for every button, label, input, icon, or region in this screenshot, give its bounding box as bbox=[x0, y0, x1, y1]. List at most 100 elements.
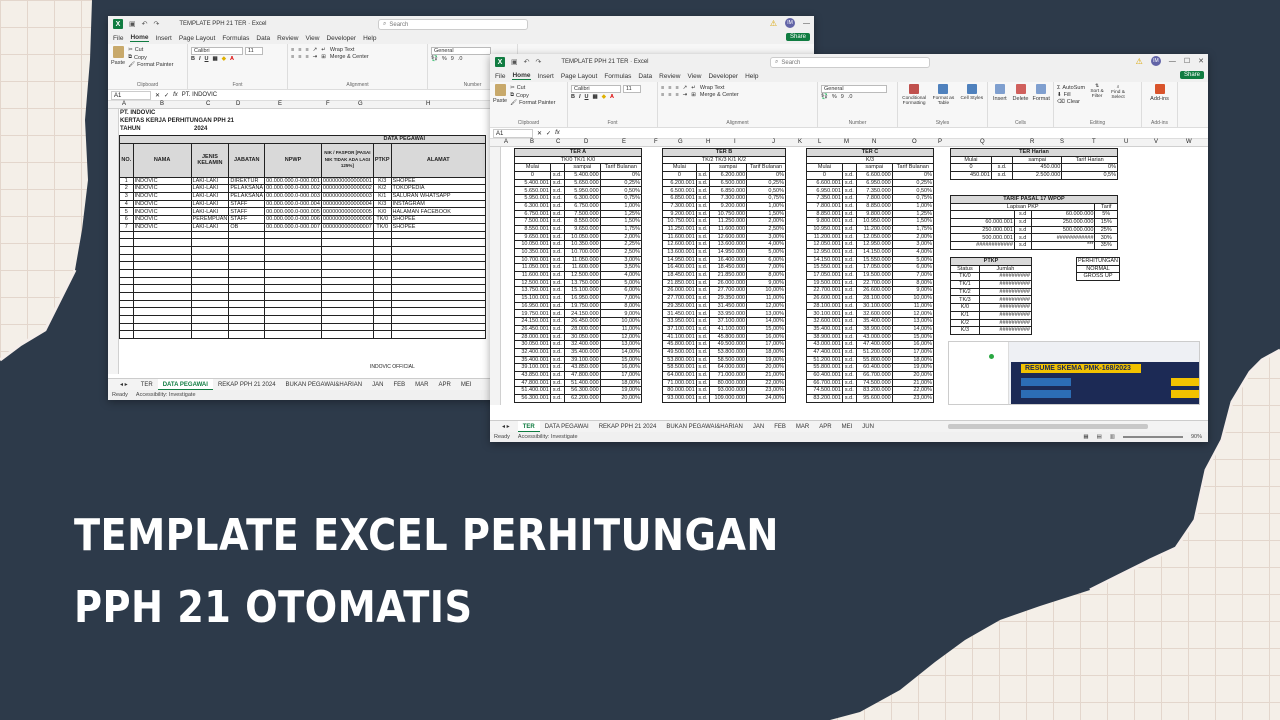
table-cell[interactable]: 4 bbox=[119, 199, 134, 209]
table-cell[interactable]: 5.400.000 bbox=[563, 171, 601, 180]
tab-bukan-pegawai[interactable]: BUKAN PEGAWAI&HARIAN bbox=[661, 421, 748, 433]
table-cell[interactable] bbox=[132, 315, 192, 324]
wrap-text-icon[interactable]: ↵ bbox=[321, 47, 326, 53]
table-cell[interactable]: 22.700.000 bbox=[855, 278, 893, 288]
table-cell[interactable]: 14.950.001 bbox=[662, 255, 697, 265]
table-cell[interactable]: 32.400.000 bbox=[563, 340, 601, 349]
table-cell[interactable] bbox=[190, 284, 230, 293]
table-cell[interactable]: s.d. bbox=[695, 271, 710, 280]
table-cell[interactable]: 47.800.000 bbox=[563, 370, 601, 380]
table-cell[interactable]: 30.100.000 bbox=[855, 301, 893, 311]
table-cell[interactable]: s.d. bbox=[841, 178, 857, 188]
number-format-select[interactable]: General bbox=[431, 47, 491, 55]
underline-icon[interactable]: U bbox=[205, 56, 209, 62]
table-cell[interactable]: 24.150.001 bbox=[514, 317, 551, 326]
table-cell[interactable]: 4,00% bbox=[599, 271, 643, 280]
table-cell[interactable]: s.d. bbox=[549, 263, 565, 272]
tab-feb[interactable]: FEB bbox=[769, 421, 791, 433]
table-cell[interactable]: 31.450.001 bbox=[662, 309, 697, 319]
border-icon[interactable]: ▦ bbox=[593, 94, 598, 100]
table-cell[interactable]: 13.750.000 bbox=[563, 278, 601, 288]
table-cell[interactable]: 2.500.000 bbox=[1012, 171, 1063, 180]
page-layout-icon[interactable]: ▤ bbox=[1097, 434, 1102, 440]
table-cell[interactable]: 5 bbox=[119, 207, 134, 217]
avatar[interactable]: IM bbox=[1150, 56, 1161, 66]
table-cell[interactable] bbox=[372, 276, 392, 286]
table-cell[interactable] bbox=[132, 299, 192, 309]
table-cell[interactable]: 58.500.000 bbox=[708, 355, 748, 365]
table-cell[interactable]: 17.050.000 bbox=[855, 263, 893, 272]
table-cell[interactable]: s.d bbox=[1013, 241, 1032, 250]
table-cell[interactable]: LAKI-LAKI bbox=[190, 184, 230, 194]
table-cell[interactable] bbox=[390, 261, 487, 270]
table-cell[interactable]: s.d. bbox=[695, 178, 710, 188]
table-cell[interactable]: 64.000.000 bbox=[708, 363, 748, 372]
table-cell[interactable]: 7.350.000 bbox=[855, 186, 893, 196]
table-cell[interactable]: s.d. bbox=[549, 209, 565, 219]
menu-view[interactable]: View bbox=[305, 35, 319, 42]
minimize-icon[interactable]: — bbox=[1169, 58, 1176, 65]
table-cell[interactable] bbox=[228, 292, 266, 301]
table-cell[interactable] bbox=[119, 330, 134, 340]
table-cell[interactable]: 18.450.000 bbox=[708, 263, 748, 272]
table-cell[interactable]: ############ bbox=[950, 241, 1015, 250]
table-cell[interactable]: 32.600.001 bbox=[806, 317, 843, 326]
table-cell[interactable]: 14.150.001 bbox=[806, 255, 843, 265]
table-cell[interactable]: K/1 bbox=[372, 192, 392, 201]
table-cell[interactable]: 0,50% bbox=[599, 186, 643, 196]
table-cell[interactable]: 5,00% bbox=[746, 247, 786, 257]
table-cell[interactable]: SALURAN WHATSAPP bbox=[390, 192, 487, 201]
table-cell[interactable] bbox=[372, 307, 392, 317]
table-cell[interactable]: 6.200.000 bbox=[708, 171, 748, 180]
table-cell[interactable]: 21,00% bbox=[891, 378, 935, 388]
table-cell[interactable]: s.d. bbox=[695, 370, 710, 380]
table-cell[interactable] bbox=[119, 253, 134, 263]
table-cell[interactable]: 500.000.000 bbox=[1030, 225, 1096, 235]
table-cell[interactable]: 27.700.000 bbox=[708, 286, 748, 296]
table-cell[interactable] bbox=[264, 299, 322, 309]
increase-decimal-icon[interactable]: .0 bbox=[458, 56, 463, 62]
table-cell[interactable]: 15.550.000 bbox=[855, 255, 893, 265]
menu-page-layout[interactable]: Page Layout bbox=[179, 35, 216, 42]
table-cell[interactable] bbox=[320, 268, 374, 278]
table-cell[interactable]: 5,00% bbox=[599, 278, 643, 288]
table-cell[interactable]: 6.300.000 bbox=[563, 194, 601, 203]
font-color-icon[interactable]: A bbox=[610, 94, 614, 100]
table-cell[interactable]: ########## bbox=[978, 272, 1033, 282]
table-cell[interactable]: 12.950.001 bbox=[806, 247, 843, 257]
format-as-table-button[interactable]: Format as Table bbox=[930, 84, 956, 119]
table-cell[interactable]: TK/2 bbox=[950, 287, 980, 297]
table-cell[interactable]: s.d. bbox=[549, 255, 565, 265]
merge-icon[interactable]: ⊞ bbox=[321, 54, 326, 60]
table-cell[interactable] bbox=[390, 299, 487, 309]
table-cell[interactable]: s.d. bbox=[549, 201, 565, 211]
table-cell[interactable] bbox=[264, 284, 322, 293]
table-cell[interactable]: 23,00% bbox=[746, 386, 786, 395]
table-cell[interactable]: 10.950.001 bbox=[806, 224, 843, 234]
table-cell[interactable] bbox=[320, 276, 374, 286]
table-cell[interactable] bbox=[320, 253, 374, 263]
col-d[interactable]: D bbox=[584, 139, 588, 145]
table-cell[interactable]: s.d. bbox=[841, 186, 857, 196]
table-cell[interactable]: s.d. bbox=[841, 209, 857, 219]
table-cell[interactable]: 13.750.001 bbox=[514, 286, 551, 296]
table-cell[interactable]: 15,00% bbox=[599, 355, 643, 365]
table-cell[interactable]: 16,00% bbox=[599, 363, 643, 372]
table-cell[interactable]: 12.500.001 bbox=[514, 278, 551, 288]
table-cell[interactable]: STAFF bbox=[228, 199, 266, 209]
table-cell[interactable]: 10.700.000 bbox=[563, 247, 601, 257]
table-cell[interactable]: 5.400.001 bbox=[514, 178, 551, 188]
table-cell[interactable]: 1 bbox=[119, 176, 134, 186]
col-m[interactable]: M bbox=[844, 139, 849, 145]
table-cell[interactable]: INDOVIC bbox=[132, 192, 192, 201]
table-cell[interactable]: 0000000000000007 bbox=[320, 222, 374, 232]
table-cell[interactable]: s.d. bbox=[841, 224, 857, 234]
table-cell[interactable]: INDOVIC bbox=[132, 215, 192, 224]
cancel-icon[interactable]: ✕ bbox=[155, 92, 160, 99]
table-cell[interactable]: 83.200.001 bbox=[806, 394, 843, 403]
col-h[interactable]: H bbox=[706, 139, 710, 145]
table-cell[interactable]: s.d. bbox=[841, 194, 857, 203]
search-box[interactable]: ⌕ Search bbox=[770, 57, 930, 68]
table-cell[interactable]: s.d. bbox=[841, 386, 857, 395]
table-cell[interactable]: TK/0 bbox=[372, 215, 392, 224]
